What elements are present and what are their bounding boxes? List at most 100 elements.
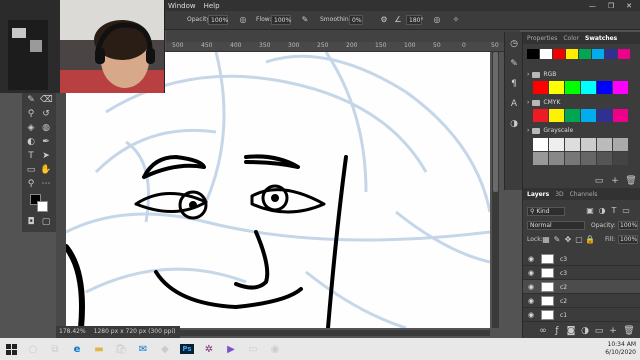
maximize-button[interactable]: ❐ <box>608 2 614 10</box>
color-swatch[interactable] <box>565 152 580 165</box>
more-tools-icon[interactable]: ⋯ <box>40 178 52 190</box>
eye-icon[interactable]: ◉ <box>527 311 535 319</box>
path-select-icon[interactable]: ➤ <box>40 150 52 162</box>
color-swatch[interactable] <box>579 49 591 59</box>
blend-mode-select[interactable]: Normal <box>527 221 585 230</box>
file-explorer-icon[interactable]: ▬ <box>88 338 110 360</box>
color-swatch[interactable] <box>581 109 596 122</box>
tab-color[interactable]: Color <box>563 35 579 42</box>
color-swatch[interactable] <box>540 49 552 59</box>
flow-field[interactable]: 100% <box>271 15 291 25</box>
quick-mask-icon[interactable]: ◘ <box>25 216 37 228</box>
filter-adjust-icon[interactable]: ◑ <box>597 206 607 216</box>
tab-3d[interactable]: 3D <box>555 191 563 198</box>
color-swatch[interactable] <box>592 49 604 59</box>
background-color-swatch[interactable] <box>37 201 48 212</box>
task-view-icon[interactable]: ⧉ <box>44 338 66 360</box>
color-swatch[interactable] <box>597 152 612 165</box>
type-tool-icon[interactable]: T <box>25 150 37 162</box>
trash-icon[interactable]: 🗑 <box>625 175 637 187</box>
paint-bucket-icon[interactable]: ◈ <box>25 122 37 134</box>
pen-tool-icon[interactable]: ✒ <box>40 136 52 148</box>
trash-icon[interactable]: 🗑 <box>623 325 635 337</box>
color-swatch[interactable] <box>581 81 596 94</box>
color-swatch[interactable] <box>565 81 580 94</box>
system-tray-clock[interactable]: 10:34 AM 6/10/2020 <box>605 341 636 357</box>
color-swatch[interactable] <box>549 109 564 122</box>
visual-studio-icon[interactable]: ▶ <box>220 338 242 360</box>
color-swatch[interactable] <box>581 152 596 165</box>
color-swatch[interactable] <box>613 138 628 151</box>
color-swatch[interactable] <box>527 49 539 59</box>
mask-icon[interactable]: ◙ <box>565 325 577 337</box>
swatch-group-grayscale[interactable]: › Grayscale <box>527 126 627 135</box>
filter-shape-icon[interactable]: ▭ <box>621 206 631 216</box>
lock-position-icon[interactable]: ✥ <box>563 235 573 245</box>
color-swatch[interactable] <box>597 109 612 122</box>
lock-pixels-icon[interactable]: ▦ <box>541 235 551 245</box>
pressure-opacity-icon[interactable]: ◎ <box>238 15 248 25</box>
pressure-size-icon[interactable]: ◎ <box>432 15 442 25</box>
lock-image-icon[interactable]: ✎ <box>552 235 562 245</box>
canvas-vertical-scrollbar[interactable] <box>492 52 499 328</box>
zoom-tool-icon[interactable]: ⚲ <box>25 178 37 190</box>
layer-opacity-field[interactable]: 100% <box>618 221 638 230</box>
lock-artboard-icon[interactable]: ▢ <box>574 235 584 245</box>
obs-icon[interactable]: ◉ <box>264 338 286 360</box>
color-swatch[interactable] <box>605 49 617 59</box>
hand-tool-icon[interactable]: ✋ <box>40 164 52 176</box>
eye-icon[interactable]: ◉ <box>527 283 535 291</box>
angle-field[interactable]: 180° <box>406 15 423 25</box>
eraser-tool-icon[interactable]: ⌫ <box>40 94 53 106</box>
link-icon[interactable]: ∞ <box>537 325 549 337</box>
swatch-group-cmyk[interactable]: › CMYK <box>527 98 627 107</box>
color-swatch[interactable] <box>533 152 548 165</box>
edge-icon[interactable]: e <box>66 338 88 360</box>
layer-row[interactable]: ◉ c3 <box>523 252 640 266</box>
color-swatch[interactable] <box>581 138 596 151</box>
color-swatch[interactable] <box>618 49 630 59</box>
layer-row[interactable]: ◉ c1 <box>523 308 640 322</box>
photoshop-icon[interactable]: Ps <box>176 338 198 360</box>
folder-icon[interactable]: ▭ <box>593 175 605 187</box>
layer-row[interactable]: ◉ c3 <box>523 266 640 280</box>
color-swatch[interactable] <box>533 138 548 151</box>
color-swatch[interactable] <box>549 81 564 94</box>
lock-all-icon[interactable]: 🔒 <box>585 235 595 245</box>
tab-channels[interactable]: Channels <box>570 191 598 198</box>
paragraph-icon[interactable]: ¶ <box>508 78 520 90</box>
color-swatch[interactable] <box>565 109 580 122</box>
airbrush-icon[interactable]: ✎ <box>300 15 310 25</box>
brush-settings-icon[interactable]: ✎ <box>508 58 520 70</box>
filter-pixel-icon[interactable]: ▣ <box>585 206 595 216</box>
history-icon[interactable]: ◷ <box>508 38 520 50</box>
color-swatch[interactable] <box>597 138 612 151</box>
scrollbar-thumb[interactable] <box>493 52 498 192</box>
color-swatch[interactable] <box>533 81 548 94</box>
camera-app-icon[interactable]: ▭ <box>242 338 264 360</box>
swatch-group-rgb[interactable]: › RGB <box>527 70 627 79</box>
color-swatch[interactable] <box>553 49 565 59</box>
screen-mode-icon[interactable]: ▢ <box>40 216 52 228</box>
tab-layers[interactable]: Layers <box>527 191 549 198</box>
new-layer-icon[interactable]: + <box>607 325 619 337</box>
fx-icon[interactable]: ƒ <box>551 325 563 337</box>
search-icon[interactable]: ○ <box>22 338 44 360</box>
eye-icon[interactable]: ◉ <box>527 269 535 277</box>
color-swatch[interactable] <box>565 138 580 151</box>
eye-icon[interactable]: ◉ <box>527 297 535 305</box>
filter-type-icon[interactable]: T <box>609 206 619 216</box>
adjustment-layer-icon[interactable]: ◑ <box>579 325 591 337</box>
dodge-tool-icon[interactable]: ◐ <box>25 136 37 148</box>
adjustments-icon[interactable]: ◑ <box>508 118 520 130</box>
opacity-field[interactable]: 100% <box>208 15 228 25</box>
tab-properties[interactable]: Properties <box>527 35 557 42</box>
windows-start-icon[interactable] <box>0 338 22 360</box>
layer-row[interactable]: ◉ c2 <box>523 294 640 308</box>
canvas[interactable] <box>66 52 490 328</box>
color-swatch[interactable] <box>613 109 628 122</box>
history-brush-icon[interactable]: ↺ <box>40 108 52 120</box>
close-button[interactable]: ✕ <box>626 2 632 10</box>
media-app-icon[interactable]: ◆ <box>154 338 176 360</box>
new-swatch-icon[interactable]: + <box>609 175 621 187</box>
